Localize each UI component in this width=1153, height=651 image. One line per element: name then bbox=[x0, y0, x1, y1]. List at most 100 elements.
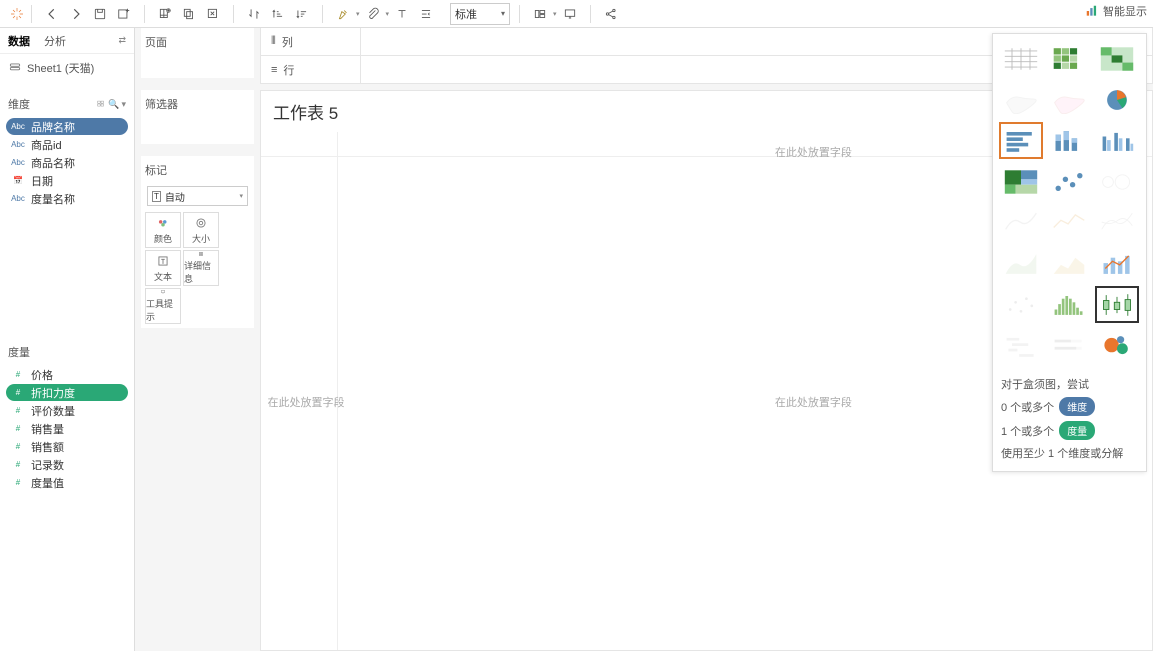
measures-list: #价格 #折扣力度 #评价数量 #销售量 #销售额 #记录数 #度量值 bbox=[0, 364, 134, 651]
measure-field[interactable]: #记录数 bbox=[6, 456, 128, 473]
showme-dual-combination[interactable] bbox=[1095, 245, 1139, 282]
number-type-icon: # bbox=[10, 406, 26, 415]
hint-dim-pill: 维度 bbox=[1059, 397, 1095, 416]
measure-field[interactable]: #评价数量 bbox=[6, 402, 128, 419]
new-data-button[interactable] bbox=[113, 3, 135, 25]
separator bbox=[144, 5, 145, 23]
showme-heatmap[interactable] bbox=[1047, 40, 1091, 77]
dropdown-icon[interactable]: ▾ bbox=[386, 10, 390, 18]
field-label: 商品id bbox=[31, 137, 62, 153]
showme-box-plot[interactable] bbox=[1095, 286, 1139, 323]
measure-field[interactable]: #价格 bbox=[6, 366, 128, 383]
showme-text-table[interactable] bbox=[999, 40, 1043, 77]
number-type-icon: # bbox=[10, 424, 26, 433]
detail-icon bbox=[194, 251, 208, 257]
fit-label: 标准 bbox=[455, 6, 477, 22]
highlight-button[interactable] bbox=[332, 3, 354, 25]
tableau-logo bbox=[6, 3, 28, 25]
showme-side-by-side-bar[interactable] bbox=[1095, 122, 1139, 159]
clear-button[interactable] bbox=[202, 3, 224, 25]
separator bbox=[519, 5, 520, 23]
tab-data[interactable]: 数据 bbox=[8, 33, 30, 49]
showme-histogram[interactable] bbox=[1047, 286, 1091, 323]
showme-highlight-table[interactable] bbox=[1095, 40, 1139, 77]
attach-button[interactable] bbox=[362, 3, 384, 25]
back-button[interactable] bbox=[41, 3, 63, 25]
forward-button[interactable] bbox=[65, 3, 87, 25]
columns-label: 列 bbox=[282, 34, 293, 50]
pane-settings-icon[interactable]: ⇄ bbox=[118, 35, 126, 46]
new-worksheet-button[interactable] bbox=[154, 3, 176, 25]
sort-asc-button[interactable] bbox=[267, 3, 289, 25]
drop-hint-side: 在此处放置字段 bbox=[268, 394, 345, 410]
save-button[interactable] bbox=[89, 3, 111, 25]
showme-treemap[interactable] bbox=[999, 163, 1043, 200]
view-area: ⦀列 ≡行 工作表 5 在此处放置字段 在此处放置字段 在此处放置字段 智能显示 bbox=[260, 28, 1153, 651]
hint-title: 对于盒须图，尝试 bbox=[1001, 376, 1138, 392]
dimension-field[interactable]: Abc度量名称 bbox=[6, 190, 128, 207]
dimension-field[interactable]: Abc商品id bbox=[6, 136, 128, 153]
dimension-field[interactable]: 📅日期 bbox=[6, 172, 128, 189]
text-type-icon: Abc bbox=[10, 122, 26, 131]
fit-select[interactable]: 标准 ▾ bbox=[450, 3, 510, 25]
showme-pie[interactable] bbox=[1095, 81, 1139, 118]
pages-card[interactable]: 页面 bbox=[141, 28, 254, 78]
rows-icon: ≡ bbox=[271, 64, 277, 76]
marks-detail-button[interactable]: 详细信息 bbox=[183, 250, 219, 286]
dropdown-icon[interactable]: ▾ bbox=[553, 10, 557, 18]
separator bbox=[322, 5, 323, 23]
format-button[interactable] bbox=[415, 3, 437, 25]
showme-toggle[interactable]: 智能显示 bbox=[1085, 3, 1147, 19]
share-button[interactable] bbox=[600, 3, 622, 25]
main-toolbar: ▾ ▾ 标准 ▾ ▾ bbox=[0, 0, 1153, 28]
separator bbox=[590, 5, 591, 23]
mark-type-select[interactable]: T自动 ▾ bbox=[147, 186, 248, 206]
field-label: 折扣力度 bbox=[31, 385, 75, 401]
number-type-icon: # bbox=[10, 388, 26, 397]
dropdown-icon[interactable]: ▾ bbox=[356, 10, 360, 18]
dimension-field[interactable]: Abc商品名称 bbox=[6, 154, 128, 171]
measure-field[interactable]: #度量值 bbox=[6, 474, 128, 491]
view-icon[interactable] bbox=[96, 99, 106, 109]
hint-meas-text: 1 个或多个 bbox=[1001, 423, 1054, 439]
measure-field[interactable]: #销售额 bbox=[6, 438, 128, 455]
columns-icon: ⦀ bbox=[271, 35, 276, 48]
datasource-item[interactable]: Sheet1 (天猫) bbox=[0, 54, 134, 82]
presentation-button[interactable] bbox=[559, 3, 581, 25]
field-label: 度量值 bbox=[31, 475, 64, 491]
size-icon bbox=[194, 216, 208, 230]
marks-text-button[interactable]: 文本 bbox=[145, 250, 181, 286]
showme-symbol-map bbox=[999, 81, 1043, 118]
showme-icon bbox=[1085, 4, 1099, 18]
number-type-icon: # bbox=[10, 460, 26, 469]
marks-tooltip-button[interactable]: 工具提示 bbox=[145, 288, 181, 324]
dimensions-list: Abc品牌名称 Abc商品id Abc商品名称 📅日期 Abc度量名称 bbox=[0, 116, 134, 209]
measure-field[interactable]: # 折扣力度 bbox=[6, 384, 128, 401]
tab-analytics[interactable]: 分析 bbox=[44, 33, 66, 49]
dimension-field[interactable]: Abc品牌名称 bbox=[6, 118, 128, 135]
label-button[interactable] bbox=[391, 3, 413, 25]
search-icon[interactable]: 🔍 bbox=[108, 99, 119, 110]
sort-desc-button[interactable] bbox=[291, 3, 313, 25]
showme-hint: 对于盒须图，尝试 0 个或多个 维度 1 个或多个 度量 使用至少 1 个维度或… bbox=[993, 370, 1146, 471]
showme-horizontal-bar[interactable] bbox=[999, 122, 1043, 159]
marks-size-button[interactable]: 大小 bbox=[183, 212, 219, 248]
dropdown-icon[interactable]: ▾ bbox=[121, 99, 126, 110]
separator bbox=[233, 5, 234, 23]
hint-note: 使用至少 1 个维度或分解 bbox=[1001, 445, 1138, 461]
showme-dual-line bbox=[1095, 204, 1139, 241]
showme-line-continuous bbox=[999, 204, 1043, 241]
marks-detail-label: 详细信息 bbox=[184, 259, 218, 285]
showme-stacked-bar[interactable] bbox=[1047, 122, 1091, 159]
duplicate-button[interactable] bbox=[178, 3, 200, 25]
filters-card[interactable]: 筛选器 bbox=[141, 90, 254, 144]
show-cards-button[interactable] bbox=[529, 3, 551, 25]
swap-button[interactable] bbox=[243, 3, 265, 25]
showme-circle-view[interactable] bbox=[1047, 163, 1091, 200]
marks-color-button[interactable]: 颜色 bbox=[145, 212, 181, 248]
database-icon bbox=[8, 61, 22, 75]
text-type-icon: Abc bbox=[10, 194, 26, 203]
measure-field[interactable]: #销售量 bbox=[6, 420, 128, 437]
showme-packed-bubbles[interactable] bbox=[1095, 327, 1139, 364]
showme-panel: 对于盒须图，尝试 0 个或多个 维度 1 个或多个 度量 使用至少 1 个维度或… bbox=[992, 33, 1147, 472]
